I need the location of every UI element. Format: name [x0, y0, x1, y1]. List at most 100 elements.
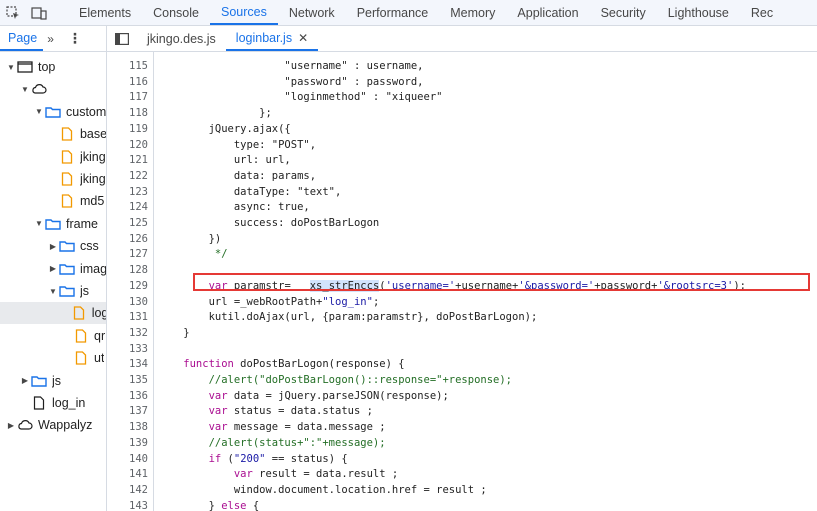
expand-down-icon[interactable]: ▼ — [34, 107, 44, 116]
inspect-element-icon[interactable] — [0, 0, 26, 25]
tab-performance[interactable]: Performance — [346, 0, 440, 25]
expand-down-icon[interactable]: ▼ — [48, 287, 58, 296]
line-number[interactable]: 140 — [108, 452, 148, 467]
line-number[interactable]: 122 — [108, 169, 148, 184]
tree-item[interactable]: md5 — [0, 190, 106, 212]
file-icon — [58, 172, 76, 186]
expand-right-icon[interactable]: ▶ — [48, 242, 58, 251]
line-number[interactable]: 143 — [108, 499, 148, 511]
line-number[interactable]: 132 — [108, 326, 148, 341]
tree-item-label: qr — [94, 328, 106, 343]
tree-item[interactable]: ▶ js — [0, 370, 106, 392]
line-number[interactable]: 119 — [108, 122, 148, 137]
tree-item[interactable]: qr — [0, 325, 106, 347]
tab-memory[interactable]: Memory — [439, 0, 506, 25]
tab-elements[interactable]: Elements — [68, 0, 142, 25]
line-number[interactable]: 138 — [108, 420, 148, 435]
code-token: dataType: "text", — [158, 185, 342, 198]
tab-lighthouse[interactable]: Lighthouse — [657, 0, 740, 25]
expand-down-icon[interactable]: ▼ — [34, 219, 44, 228]
tab-sources[interactable]: Sources — [209, 0, 278, 25]
line-number[interactable]: 115 — [108, 59, 148, 74]
tree-item[interactable]: ▶ imag — [0, 258, 107, 280]
tab-console[interactable]: Console — [142, 0, 210, 25]
tab-security[interactable]: Security — [590, 0, 657, 25]
line-number[interactable]: 135 — [108, 373, 148, 388]
line-number[interactable]: 127 — [108, 247, 148, 262]
tree-item[interactable]: log — [0, 302, 106, 325]
tree-item[interactable]: ▶ css — [0, 235, 106, 257]
code-editor[interactable]: 115 116 117 118 119 120 121 122 123 124 125 126 127 1… — [108, 52, 817, 511]
line-number[interactable]: 120 — [108, 138, 148, 153]
line-number[interactable]: 126 — [108, 232, 148, 247]
tab-page[interactable]: Page — [0, 26, 44, 51]
line-number[interactable]: 131 — [108, 310, 148, 325]
code-line: "username" : username, — [158, 59, 423, 74]
expand-right-icon[interactable]: ▶ — [6, 421, 16, 430]
code-token: url: url, — [158, 154, 291, 167]
line-number[interactable]: 125 — [108, 216, 148, 231]
device-toolbar-icon[interactable] — [26, 0, 52, 25]
toggle-navigator-icon[interactable] — [107, 26, 137, 51]
line-number-gutter: 115 116 117 118 119 120 121 122 123 124 125 126 127 1… — [108, 52, 154, 511]
code-token: "password" : password, — [158, 75, 424, 88]
tree-item[interactable]: ▼ js — [0, 280, 106, 302]
tree-item[interactable]: jking — [0, 146, 106, 168]
expand-down-icon[interactable]: ▼ — [20, 85, 30, 94]
tree-item-label: imag — [79, 261, 107, 276]
close-tab-icon[interactable]: ✕ — [298, 31, 308, 45]
expand-down-icon[interactable]: ▼ — [6, 63, 16, 72]
code-token: var — [158, 405, 228, 418]
tree-item-label: js — [80, 284, 90, 298]
line-number[interactable]: 136 — [108, 389, 148, 404]
line-number[interactable]: 118 — [108, 106, 148, 121]
code-token: == status) { — [265, 452, 348, 465]
tree-item[interactable]: ▼ top — [0, 56, 106, 78]
line-number[interactable]: 117 — [108, 90, 148, 105]
code-token: //alert(status+":"+message); — [158, 436, 386, 449]
line-number[interactable]: 130 — [108, 295, 148, 310]
tree-item[interactable]: ▶ Wappalyz — [0, 414, 106, 436]
line-number[interactable]: 123 — [108, 185, 148, 200]
line-number[interactable]: 129 — [108, 279, 148, 294]
code-token: result = data.result ; — [252, 468, 399, 481]
line-number[interactable]: 134 — [108, 357, 148, 372]
more-options-icon[interactable]: ⋮ — [68, 30, 82, 47]
tab-application[interactable]: Application — [506, 0, 589, 25]
code-line: "password" : password, — [158, 75, 424, 90]
expand-right-icon[interactable]: ▶ — [20, 376, 30, 385]
folder-icon — [58, 284, 76, 298]
tree-item[interactable]: log_in — [0, 392, 106, 414]
line-number[interactable]: 133 — [108, 342, 148, 357]
tree-item[interactable]: base — [0, 123, 106, 145]
code-line: var result = data.result ; — [158, 467, 398, 482]
file-tab-loginbar[interactable]: loginbar.js ✕ — [225, 26, 319, 51]
tree-item[interactable]: ut — [0, 347, 106, 369]
line-number[interactable]: 139 — [108, 436, 148, 451]
line-number[interactable]: 121 — [108, 153, 148, 168]
tree-item[interactable]: ▼ frame — [0, 213, 106, 235]
line-number[interactable]: 116 — [108, 75, 148, 90]
devtools-panel-tabs: Elements Console Sources Network Performance… — [0, 0, 817, 26]
file-tab-jkingo[interactable]: jkingo.des.js — [137, 26, 226, 51]
line-number[interactable]: 142 — [108, 483, 148, 498]
code-token: //alert("doPostBarLogon()::response="+re… — [158, 374, 513, 386]
line-number[interactable]: 124 — [108, 200, 148, 215]
tree-item[interactable]: jking — [0, 168, 106, 190]
expand-right-icon[interactable]: ▶ — [48, 264, 58, 273]
tab-network[interactable]: Network — [278, 0, 346, 25]
line-number[interactable]: 128 — [108, 263, 148, 278]
line-number[interactable]: 137 — [108, 404, 148, 419]
code-token: type: "POST", — [158, 138, 317, 151]
file-gray-icon — [30, 396, 48, 410]
tab-rec[interactable]: Rec — [740, 0, 784, 25]
tree-item[interactable]: ▼ custom — [0, 101, 106, 123]
code-line: */ — [158, 247, 228, 262]
line-number[interactable]: 141 — [108, 467, 148, 482]
code-line: success: doPostBarLogon — [158, 216, 379, 231]
tree-item-label: jking — [80, 172, 106, 186]
file-icon — [58, 127, 76, 141]
code-token: var — [158, 421, 228, 434]
tree-item[interactable]: ▼ — [0, 78, 106, 100]
more-tabs-chevron-icon[interactable]: » — [47, 32, 54, 46]
